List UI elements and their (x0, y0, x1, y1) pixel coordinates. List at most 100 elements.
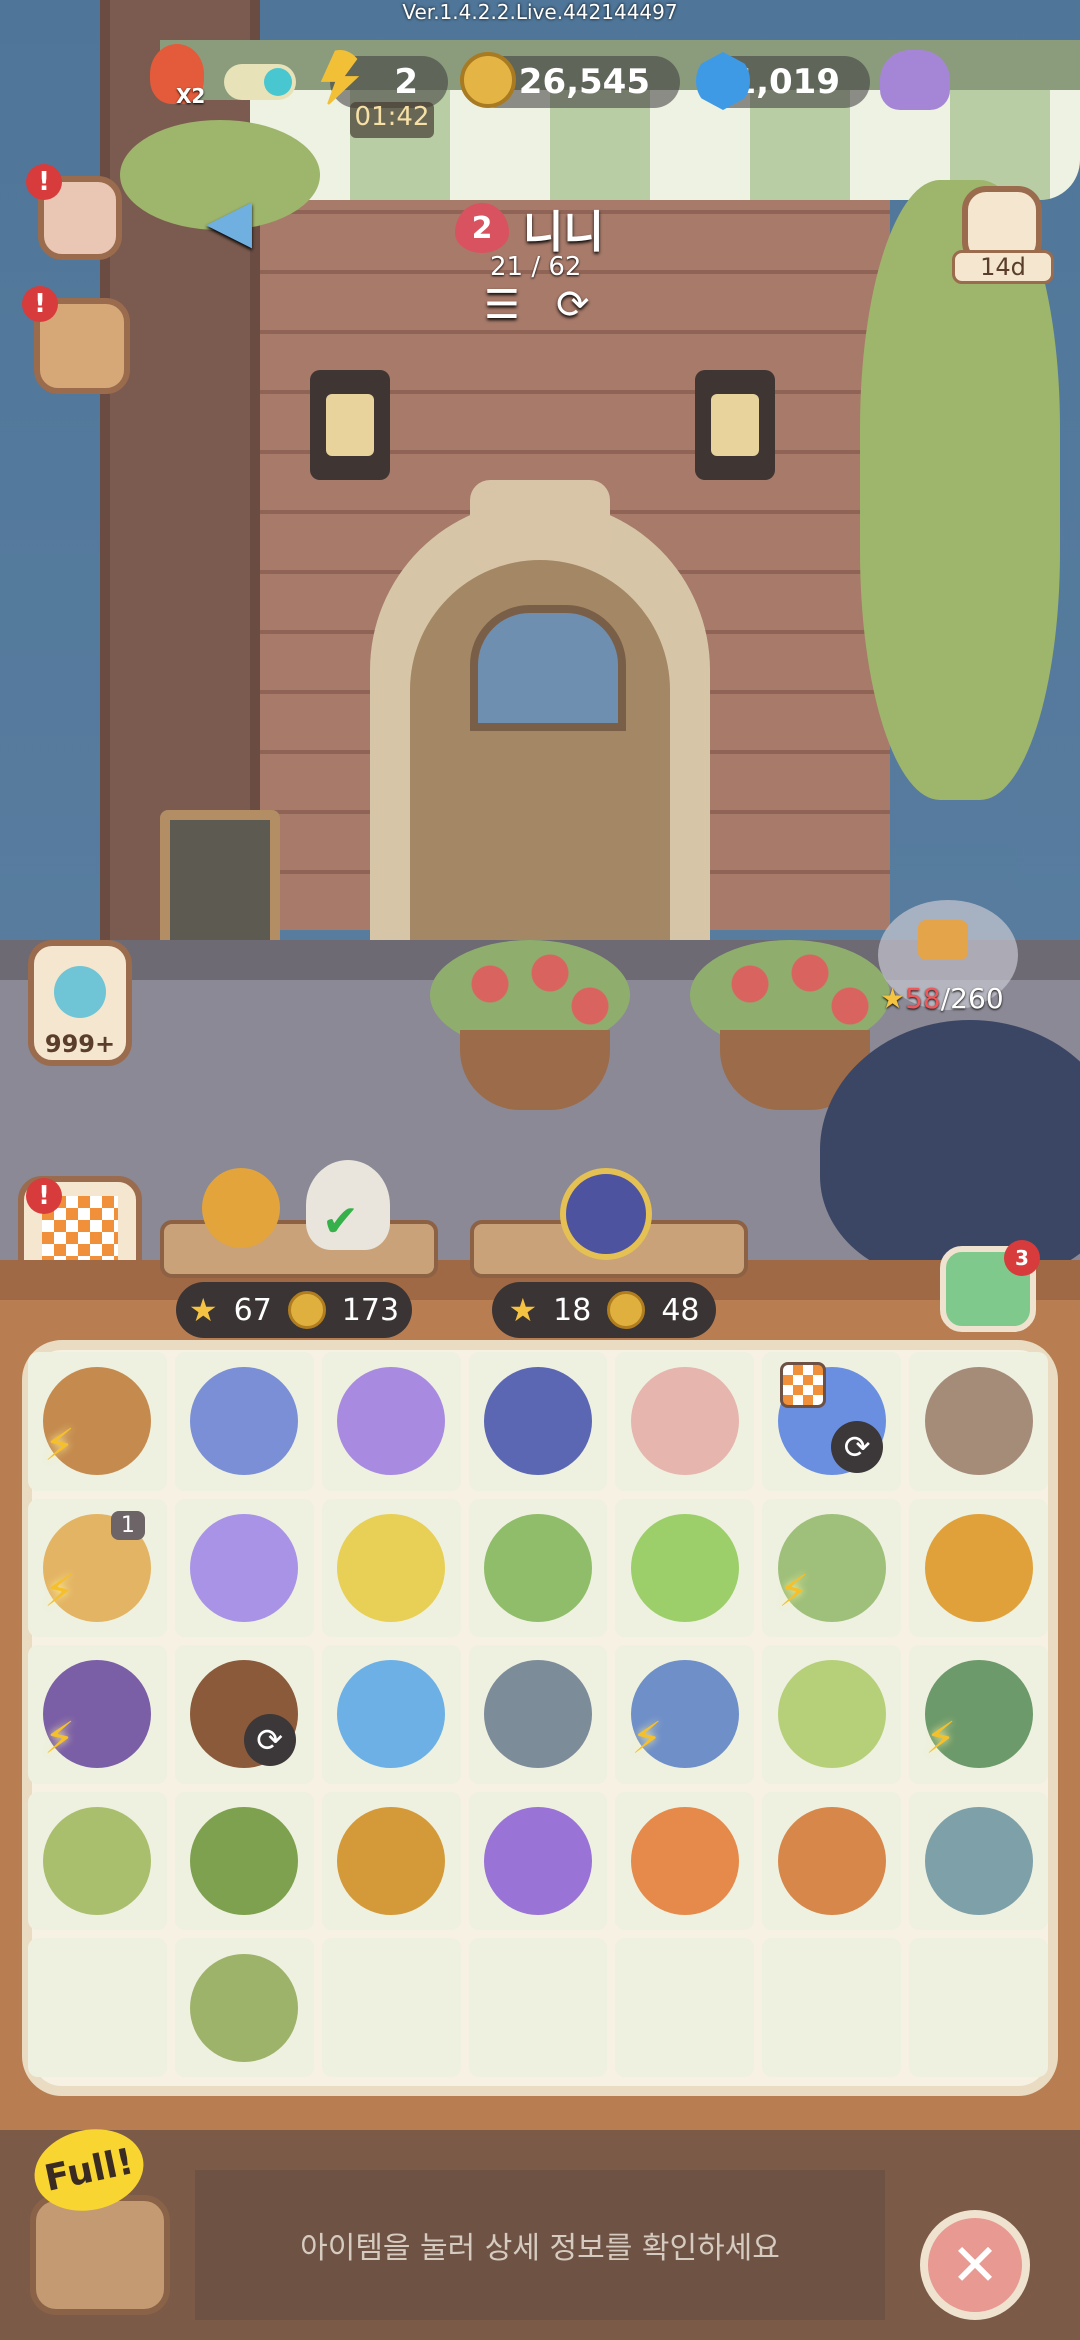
close-button[interactable]: ✕ (920, 2210, 1030, 2320)
star-icon: ★ (880, 982, 906, 1015)
customer-name-row: 2 니니 (455, 196, 604, 260)
lightning-icon: ⚡ (44, 1566, 75, 1618)
blue-crystals-icon[interactable] (190, 1367, 299, 1476)
alert-badge: ! (26, 1178, 62, 1214)
previous-arrow-icon[interactable]: ◀ (206, 186, 252, 256)
boost-toggle[interactable] (224, 64, 296, 100)
board-cell[interactable] (909, 1498, 1048, 1638)
board-cell[interactable] (909, 1352, 1048, 1491)
board-cell[interactable] (615, 1498, 755, 1638)
multiplier-label: X2 (176, 84, 206, 108)
customer-name: 니니 (523, 207, 604, 258)
order-tray-1[interactable] (160, 1220, 438, 1278)
item-hint: 아이템을 눌러 상세 정보를 확인하세요 (195, 2170, 885, 2320)
hammer-progress: ★58/260 (880, 982, 1004, 1015)
lantern-right (695, 370, 775, 480)
board-cell[interactable] (468, 1791, 608, 1931)
onion-icon[interactable] (630, 1807, 739, 1916)
board-cell[interactable] (468, 1498, 608, 1638)
lime-icon[interactable] (630, 1513, 739, 1622)
board-cell[interactable] (174, 1352, 314, 1491)
star-icon: ★ (188, 1291, 218, 1329)
lightning-icon: ⚡ (44, 1712, 75, 1764)
fish-icon[interactable] (483, 1660, 592, 1769)
board-cell[interactable] (468, 1938, 608, 2077)
refresh-icon: ⟳ (831, 1420, 884, 1473)
board-cell[interactable] (615, 1938, 755, 2077)
alert-badge: ! (22, 286, 58, 322)
pearl-shell-icon[interactable] (630, 1367, 739, 1476)
board-cell[interactable]: ⟳ (174, 1645, 314, 1784)
honey-dipper-icon[interactable] (337, 1807, 446, 1916)
inventory-bag-button[interactable] (30, 2195, 170, 2315)
board-cell[interactable] (321, 1498, 461, 1638)
board-cell[interactable] (28, 1791, 167, 1931)
lightning-icon: ⚡ (631, 1712, 663, 1764)
board-cell[interactable]: ⚡ (615, 1645, 755, 1784)
board-cell[interactable] (321, 1352, 461, 1491)
blue-star-crystal-icon[interactable] (337, 1660, 446, 1769)
refresh-icon[interactable]: ⟳ (556, 282, 590, 328)
board-cell[interactable]: ⟳ (762, 1352, 902, 1491)
board-cell[interactable] (762, 1938, 902, 2077)
board-cell[interactable] (909, 1938, 1048, 2077)
herb-sack-icon[interactable] (43, 1807, 152, 1916)
hammer-current: 58 (905, 982, 941, 1015)
board-cell[interactable] (174, 1498, 314, 1638)
board-cell[interactable] (468, 1352, 608, 1491)
list-icon[interactable]: ☰ (484, 282, 520, 328)
order-2-reward: ★ 18 48 (492, 1282, 716, 1338)
purse-icon[interactable] (880, 50, 950, 110)
board-cell[interactable] (321, 1645, 461, 1784)
brown-mushrooms-icon[interactable] (924, 1367, 1033, 1476)
purple-mushroom-icon[interactable] (337, 1367, 446, 1476)
board-cell[interactable] (174, 1938, 314, 2077)
board-cell[interactable] (615, 1352, 755, 1491)
board-cell[interactable] (762, 1645, 902, 1784)
order-1-coins: 173 (341, 1292, 400, 1328)
moon-ball-icon[interactable] (483, 1367, 592, 1476)
lightning-icon: ⚡ (925, 1712, 957, 1764)
checker-icon (780, 1362, 827, 1408)
board-cell[interactable] (28, 1938, 167, 2077)
board-cell[interactable] (468, 1645, 608, 1784)
board-cell[interactable] (909, 1791, 1048, 1931)
merge-grid: ⚡ ⟳ ⚡ 1 ⚡ ⚡ ⟳ ⚡ ⚡ (28, 1352, 1048, 2077)
herb-bundle-icon[interactable] (190, 1807, 299, 1916)
violet-mushroom-cap-icon[interactable] (190, 1513, 299, 1622)
board-cell[interactable] (615, 1791, 755, 1931)
lemons-icon[interactable] (337, 1513, 446, 1622)
board-cell[interactable] (762, 1791, 902, 1931)
storage-badge: 3 (1004, 1240, 1040, 1276)
board-cell[interactable]: ⚡ (909, 1645, 1048, 1784)
honey-pot-icon (202, 1168, 280, 1248)
board-cell[interactable] (321, 1938, 461, 2077)
coin-count: 26,545 (518, 62, 650, 102)
board-cell[interactable] (321, 1791, 461, 1931)
order-1-stars: 67 (233, 1292, 272, 1328)
portrait-timer: 14d (952, 250, 1054, 284)
board-cell[interactable]: ⚡ (28, 1645, 167, 1784)
carrots-icon[interactable] (777, 1807, 886, 1916)
refresh-icon: ⟳ (243, 1713, 296, 1766)
customer-progress: 21 / 62 (490, 252, 582, 282)
board-cell[interactable] (174, 1791, 314, 1931)
board-cell[interactable]: ⚡ (762, 1498, 902, 1638)
candy-icon[interactable] (924, 1513, 1033, 1622)
item-count-badge: 1 (110, 1510, 145, 1540)
refresh-count: 999+ (44, 1030, 116, 1058)
shop-scene (0, 0, 1080, 1280)
moon-ball-icon (560, 1168, 652, 1260)
board-cell[interactable]: ⚡ 1 (28, 1498, 167, 1638)
check-icon: ✔ (322, 1196, 359, 1247)
herb-plate-icon[interactable] (190, 1953, 299, 2062)
tofu-bowl-icon[interactable] (777, 1660, 886, 1769)
cabbage-icon[interactable] (483, 1513, 592, 1622)
energy-timer: 01:42 (350, 102, 434, 138)
ore-rock-icon[interactable] (924, 1807, 1033, 1916)
energy-count: 2 (394, 62, 418, 102)
purple-blob-icon[interactable] (483, 1807, 592, 1916)
board-cell[interactable]: ⚡ (28, 1352, 167, 1491)
order-2-stars: 18 (553, 1292, 592, 1328)
heart-level-icon: 2 (455, 203, 509, 253)
